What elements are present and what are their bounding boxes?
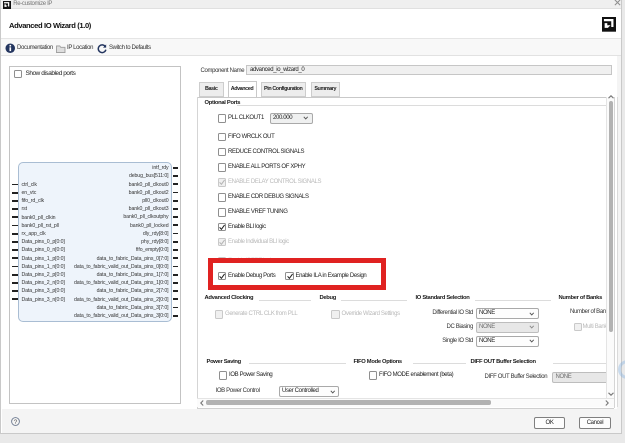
svg-text:?: ?	[13, 418, 17, 425]
